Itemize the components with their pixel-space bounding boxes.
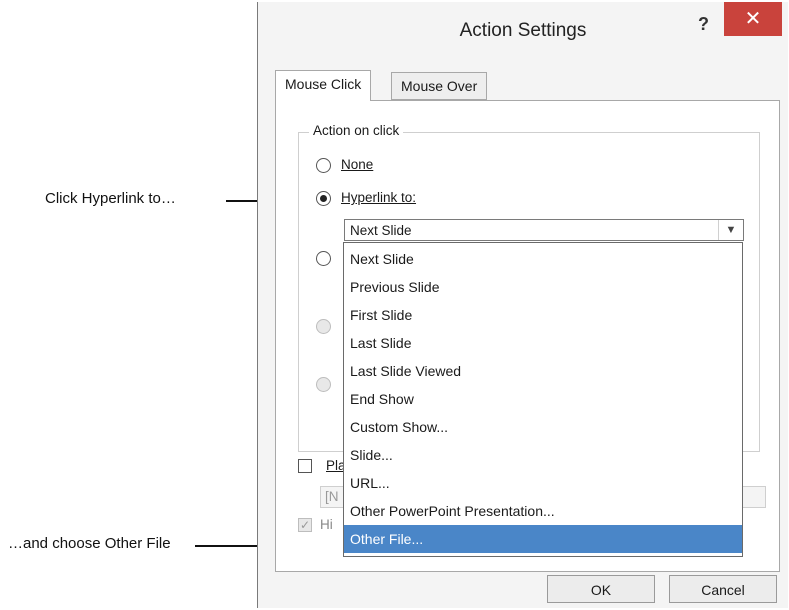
- callout-other-file: …and choose Other File: [8, 535, 171, 552]
- dropdown-option[interactable]: Last Slide: [344, 329, 742, 357]
- radio-hyperlink[interactable]: [316, 191, 331, 206]
- dropdown-option[interactable]: End Show: [344, 385, 742, 413]
- help-icon[interactable]: ?: [698, 14, 709, 35]
- highlight-click-checkbox: ✓: [298, 518, 312, 532]
- dropdown-option[interactable]: Custom Show...: [344, 413, 742, 441]
- play-sound-checkbox[interactable]: [298, 459, 312, 473]
- tab-mouse-over[interactable]: Mouse Over: [391, 72, 488, 100]
- highlight-click-label: Hi: [320, 517, 333, 532]
- dropdown-option[interactable]: Previous Slide: [344, 273, 742, 301]
- dropdown-option-other-file[interactable]: Other File...: [344, 525, 742, 553]
- tab-mouse-click[interactable]: Mouse Click: [275, 70, 372, 101]
- title-bar: Action Settings ? ✕: [258, 2, 788, 60]
- hyperlink-dropdown-list: Next Slide Previous Slide First Slide La…: [343, 242, 743, 557]
- dropdown-option[interactable]: Other PowerPoint Presentation...: [344, 497, 742, 525]
- radio-hyperlink-label: Hyperlink to:: [341, 190, 416, 205]
- chevron-down-icon[interactable]: ▼: [718, 220, 743, 240]
- sound-select-text: [N: [325, 489, 339, 504]
- radio-none-text: None: [341, 157, 374, 172]
- radio-none[interactable]: [316, 158, 331, 173]
- hyperlink-select-value: Next Slide: [350, 223, 412, 238]
- dropdown-option[interactable]: Slide...: [344, 441, 742, 469]
- close-button[interactable]: ✕: [724, 2, 782, 36]
- cancel-button[interactable]: Cancel: [669, 575, 777, 603]
- hyperlink-select[interactable]: Next Slide ▼: [344, 219, 744, 241]
- dropdown-option[interactable]: Next Slide: [344, 245, 742, 273]
- dropdown-option[interactable]: First Slide: [344, 301, 742, 329]
- radio-object-action: [316, 377, 331, 392]
- callout-hyperlink: Click Hyperlink to…: [45, 190, 176, 207]
- radio-run-macro: [316, 319, 331, 334]
- radio-run-program[interactable]: [316, 251, 331, 266]
- action-on-click-label: Action on click: [309, 123, 404, 138]
- radio-none-label: None: [341, 157, 373, 172]
- dropdown-option[interactable]: Last Slide Viewed: [344, 357, 742, 385]
- ok-button[interactable]: OK: [547, 575, 655, 603]
- dropdown-option[interactable]: URL...: [344, 469, 742, 497]
- radio-hyperlink-text: Hyperlink to:: [341, 190, 417, 205]
